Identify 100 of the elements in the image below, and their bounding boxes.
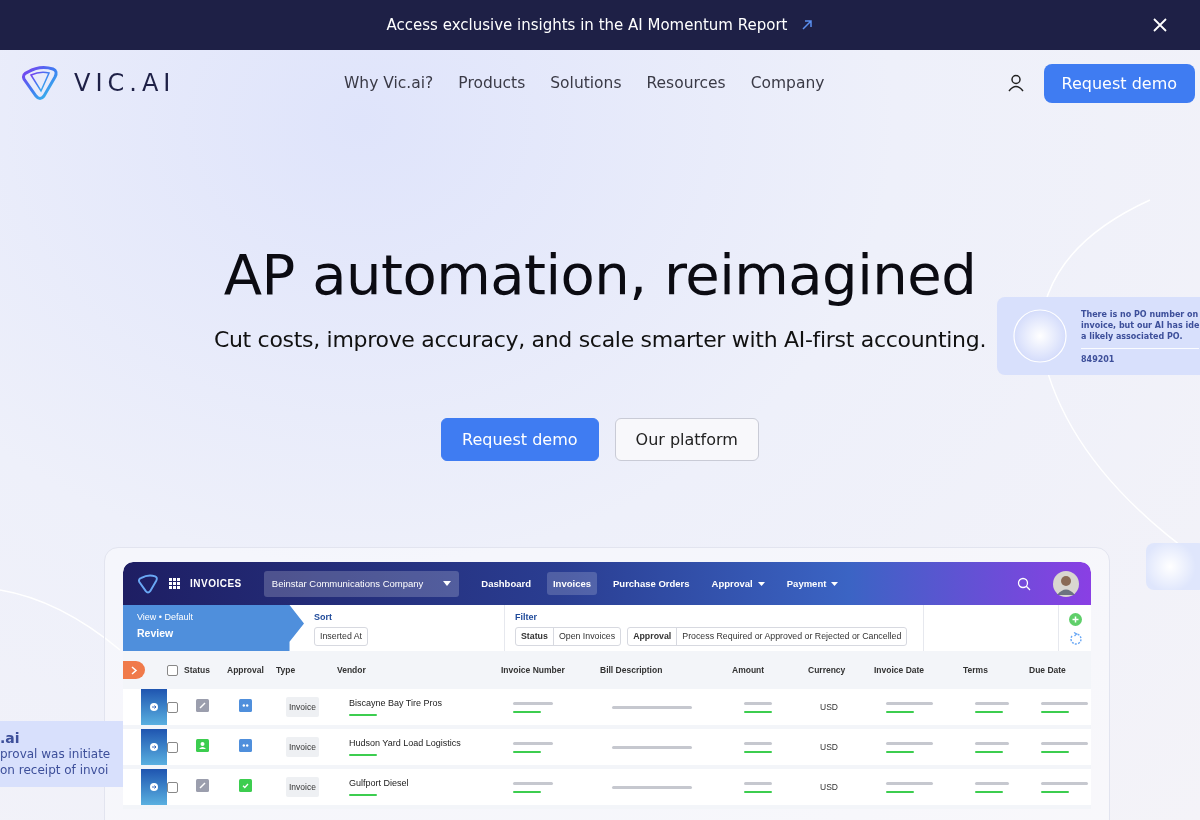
placeholder-bar [1041, 781, 1088, 785]
menu-tab[interactable]: Payment [780, 572, 845, 595]
placeholder-bar [513, 781, 553, 785]
nav-link[interactable]: Solutions [550, 74, 622, 92]
card-text: proval was initiate [0, 746, 112, 762]
underline-bar [349, 794, 377, 796]
logo-wordmark[interactable]: VIC.AI [74, 69, 176, 97]
avatar[interactable] [1053, 570, 1079, 597]
underline-bar [1041, 790, 1069, 793]
hero-title: AP automation, reimagined [223, 242, 977, 307]
expand-tab[interactable] [123, 661, 145, 679]
underline-bar [744, 790, 772, 793]
sort-label: Sort [314, 612, 333, 622]
type-tag: Invoice [286, 777, 319, 797]
underline-bar [349, 714, 377, 716]
card-title: .ai [0, 730, 21, 746]
glow-card [1146, 543, 1200, 590]
vendor-name: Gulfport Diesel [349, 778, 410, 788]
column-header[interactable]: Invoice Date [874, 665, 963, 675]
filter-chip[interactable]: Approval Process Required or Approved or Rejected or Cancelled [627, 626, 908, 646]
request-demo-button[interactable]: Request demo [1043, 63, 1195, 103]
placeholder-bar [975, 781, 1009, 785]
type-tag: Invoice [286, 697, 319, 717]
placeholder-bar [1041, 701, 1088, 705]
placeholder-bar [513, 741, 553, 745]
caret-icon[interactable] [831, 581, 839, 586]
card-text: on receipt of invoi [0, 762, 110, 778]
placeholder-bar [744, 741, 772, 745]
banner-text[interactable]: Access exclusive insights in the AI Momentum Report [386, 16, 788, 34]
placeholder-bar [886, 701, 933, 705]
filter-chip[interactable]: Status Open Invoices [515, 626, 622, 646]
logo-icon[interactable] [20, 63, 60, 103]
close-icon[interactable] [1152, 17, 1168, 33]
checkbox[interactable] [167, 781, 178, 793]
vendor-name: Biscayne Bay Tire Pros [349, 698, 444, 708]
menu-tab[interactable]: Approval [705, 572, 771, 595]
checkbox[interactable] [167, 741, 178, 753]
underline-bar [349, 754, 377, 756]
sort-chip[interactable]: Inserted At [314, 626, 369, 646]
underline-bar [513, 710, 541, 713]
underline-bar [975, 750, 1003, 753]
app-title: INVOICES [190, 578, 242, 589]
menu-tab[interactable]: Purchase Orders [607, 572, 696, 595]
menu-tab[interactable]: Invoices [546, 572, 597, 595]
grid-icon[interactable] [169, 578, 180, 589]
nav-link[interactable]: Company [750, 74, 825, 92]
company-dropdown[interactable]: Beinstar Communications Company [263, 570, 460, 597]
placeholder-bar [744, 701, 772, 705]
request-demo-button[interactable]: Request demo [441, 418, 599, 461]
column-header[interactable]: Terms [963, 665, 1029, 675]
placeholder-bar [886, 781, 933, 785]
view-label: View • Default [137, 612, 194, 622]
underline-bar [744, 750, 772, 753]
user-icon[interactable] [1005, 73, 1026, 93]
chevron-icon[interactable] [130, 665, 138, 675]
vendor-name: Hudson Yard Load Logistics [349, 738, 462, 748]
placeholder-bar [1041, 741, 1088, 745]
column-header[interactable]: Vendor [337, 665, 501, 675]
caret-icon[interactable] [757, 581, 765, 586]
currency-text: USD [820, 702, 839, 712]
underline-bar [886, 750, 914, 753]
placeholder-bar [975, 741, 1009, 745]
logo-icon[interactable] [137, 572, 159, 595]
column-header[interactable]: Bill Description [600, 665, 732, 675]
column-header[interactable]: Invoice Number [501, 665, 600, 675]
currency-text: USD [820, 782, 839, 792]
card-text: invoice, but our AI has ide [1081, 319, 1200, 331]
column-header[interactable]: Due Date [1029, 665, 1091, 675]
type-tag: Invoice [286, 737, 319, 757]
filter-label: Filter [515, 612, 538, 622]
column-header[interactable]: Status [184, 665, 227, 675]
arrow-icon[interactable] [150, 743, 158, 751]
column-header[interactable]: Amount [732, 665, 808, 675]
nav-link[interactable]: Resources [646, 74, 726, 92]
platform-button[interactable]: Our platform [614, 418, 759, 461]
menu-tab[interactable]: Dashboard [475, 572, 537, 595]
arrow-icon[interactable] [150, 703, 158, 711]
underline-bar [975, 790, 1003, 793]
card-text: There is no PO number on [1081, 308, 1200, 320]
underline-bar [1041, 750, 1069, 753]
placeholder-bar [886, 741, 933, 745]
placeholder-bar [975, 701, 1009, 705]
nav-link[interactable]: Why Vic.ai? [344, 74, 434, 92]
checkbox[interactable] [167, 664, 178, 676]
column-header[interactable]: Type [276, 665, 337, 675]
search-icon[interactable] [1017, 576, 1031, 591]
currency-text: USD [820, 742, 839, 752]
underline-bar [513, 750, 541, 753]
arrow-icon[interactable] [150, 783, 158, 791]
caret-icon[interactable] [443, 581, 452, 586]
card-number: 849201 [1081, 347, 1200, 364]
underline-bar [975, 710, 1003, 713]
column-header[interactable]: Currency [808, 665, 874, 675]
orb-icon [1013, 309, 1067, 363]
nav-link[interactable]: Products [458, 74, 526, 92]
column-header[interactable]: Approval [227, 665, 276, 675]
card-text: a likely associated PO. [1081, 330, 1184, 342]
checkbox[interactable] [167, 701, 178, 713]
arrow-icon [801, 19, 814, 31]
underline-bar [744, 710, 772, 713]
